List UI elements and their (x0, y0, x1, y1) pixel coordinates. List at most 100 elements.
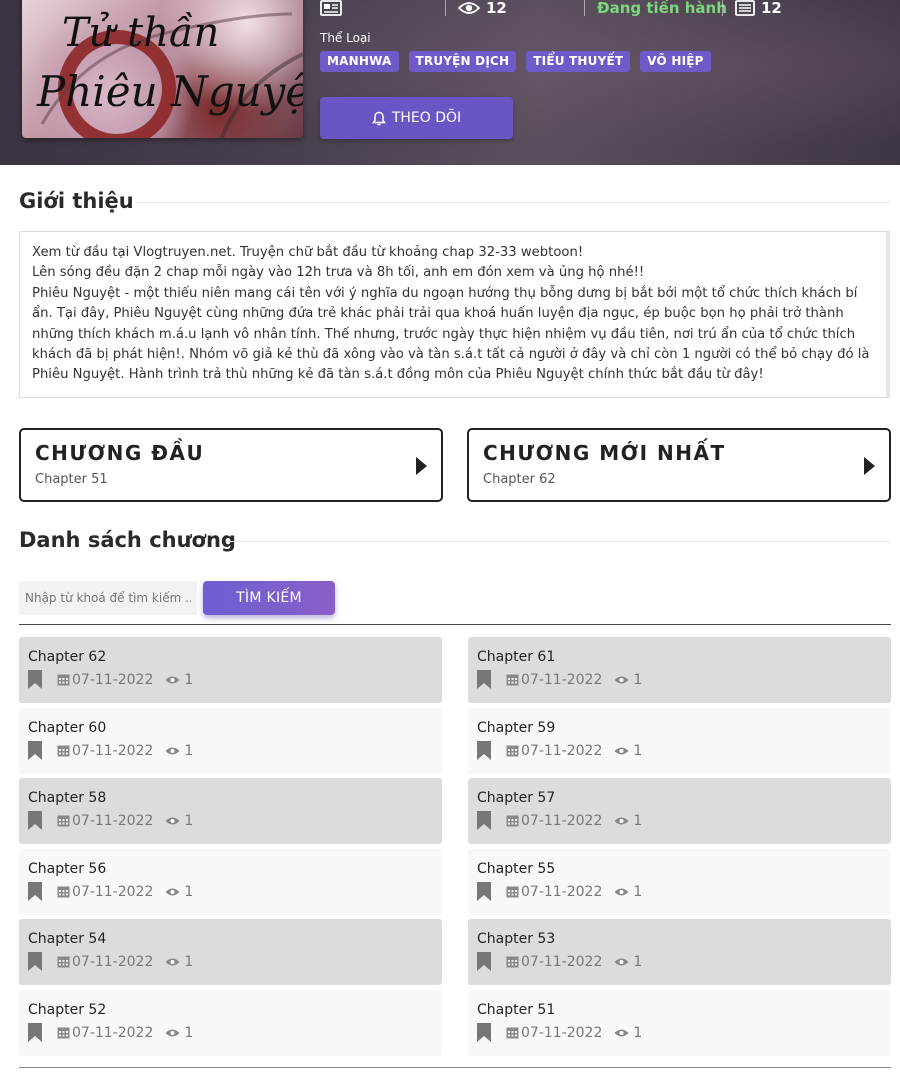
heading-divider (135, 202, 890, 203)
chapter-row[interactable]: Chapter 61 07-11-2022 1 (468, 637, 891, 703)
chapter-views: 1 (165, 743, 193, 759)
manga-header-banner: Tử thần Phiêu Nguyệt 12 Đang tiến hành 1… (0, 0, 900, 165)
chapter-views: 1 (165, 672, 193, 688)
cover-title-line1: Tử thần (62, 10, 219, 56)
views-count: 12 (486, 0, 507, 17)
bookmark-icon[interactable] (27, 952, 43, 971)
genre-tag[interactable]: TRUYỆN DỊCH (408, 51, 517, 72)
chapter-view-count: 1 (184, 671, 194, 688)
chapter-row[interactable]: Chapter 53 07-11-2022 1 (468, 919, 891, 985)
chapter-list-heading: Danh sách chương (19, 528, 236, 552)
chapter-view-count: 1 (633, 1024, 643, 1041)
chapter-row[interactable]: Chapter 52 07-11-2022 1 (19, 990, 442, 1056)
chapter-view-count: 1 (633, 742, 643, 759)
chapter-row[interactable]: Chapter 57 07-11-2022 1 (468, 778, 891, 844)
caret-right-icon (416, 457, 427, 475)
chapter-search-input[interactable] (19, 581, 197, 615)
chapter-meta: 07-11-2022 1 (476, 952, 642, 971)
bookmark-icon[interactable] (27, 811, 43, 830)
chapter-view-count: 1 (184, 1024, 194, 1041)
calendar-icon (506, 956, 519, 968)
eye-icon (165, 958, 180, 965)
eye-icon (165, 1029, 180, 1036)
latest-chapter-title: CHƯƠNG MỚI NHẤT (483, 441, 726, 465)
chapter-date: 07-11-2022 (72, 953, 154, 970)
genre-tag[interactable]: VÕ HIỆP (640, 51, 711, 72)
eye-icon (165, 747, 180, 754)
genre-tag[interactable]: TIỂU THUYẾT (526, 51, 631, 72)
heading-divider (226, 541, 890, 542)
list-bottom-divider (19, 1067, 891, 1068)
search-button[interactable]: TÌM KIẾM (203, 581, 335, 615)
chapter-name: Chapter 62 (28, 649, 107, 665)
chapter-views: 1 (165, 954, 193, 970)
chapter-views: 1 (165, 1025, 193, 1041)
chapter-name: Chapter 59 (477, 720, 556, 736)
bookmark-icon[interactable] (476, 811, 492, 830)
intro-line: Lên sóng đều đặn 2 chap mỗi ngày vào 12h… (32, 265, 645, 281)
chapter-name: Chapter 55 (477, 861, 556, 877)
intro-line: Xem từ đầu tại Vlogtruyen.net. Truyện ch… (32, 245, 584, 260)
chapter-row[interactable]: Chapter 55 07-11-2022 1 (468, 849, 891, 915)
cover-art: Tử thần Phiêu Nguyệt (36, 10, 303, 138)
genre-tag[interactable]: MANHWA (320, 51, 399, 72)
chapter-views: 1 (614, 743, 642, 759)
calendar-icon (57, 745, 70, 757)
chapter-meta: 07-11-2022 1 (27, 882, 193, 901)
calendar-icon (57, 1027, 70, 1039)
chapter-view-count: 1 (633, 671, 643, 688)
chapter-name: Chapter 61 (477, 649, 556, 665)
eye-icon (165, 676, 180, 683)
bookmark-icon[interactable] (476, 882, 492, 901)
bookmark-icon[interactable] (476, 670, 492, 689)
chapter-name: Chapter 51 (477, 1002, 556, 1018)
chapter-row[interactable]: Chapter 51 07-11-2022 1 (468, 990, 891, 1056)
bookmark-icon[interactable] (27, 670, 43, 689)
chapter-views: 1 (614, 884, 642, 900)
follow-label: THEO DÕI (391, 110, 462, 126)
chapter-row[interactable]: Chapter 58 07-11-2022 1 (19, 778, 442, 844)
stat-divider (722, 0, 723, 16)
list-top-divider (19, 624, 891, 625)
chapter-row[interactable]: Chapter 62 07-11-2022 1 (19, 637, 442, 703)
calendar-icon (506, 1027, 519, 1039)
list-icon (735, 0, 755, 16)
bookmark-icon[interactable] (476, 952, 492, 971)
follow-button[interactable]: THEO DÕI (320, 97, 513, 139)
status-label: Đang tiến hành (597, 0, 727, 17)
calendar-icon (506, 745, 519, 757)
chapter-row[interactable]: Chapter 54 07-11-2022 1 (19, 919, 442, 985)
calendar-icon (57, 674, 70, 686)
eye-icon (614, 888, 629, 895)
chapter-name: Chapter 52 (28, 1002, 107, 1018)
caret-right-icon (864, 457, 875, 475)
calendar-icon (57, 815, 70, 827)
chapter-row[interactable]: Chapter 59 07-11-2022 1 (468, 708, 891, 774)
bookmark-icon[interactable] (27, 882, 43, 901)
calendar-icon (506, 815, 519, 827)
first-chapter-card[interactable]: CHƯƠNG ĐẦU Chapter 51 (19, 428, 443, 502)
eye-icon (165, 817, 180, 824)
intro-text-box[interactable]: Xem từ đầu tại Vlogtruyen.net. Truyện ch… (19, 231, 890, 398)
chapter-name: Chapter 56 (28, 861, 107, 877)
bookmark-icon[interactable] (27, 1023, 43, 1042)
first-chapter-number: Chapter 51 (35, 472, 108, 487)
chapter-row[interactable]: Chapter 60 07-11-2022 1 (19, 708, 442, 774)
cover-image[interactable]: Tử thần Phiêu Nguyệt (22, 0, 303, 138)
calendar-icon (57, 886, 70, 898)
bookmark-icon[interactable] (476, 1023, 492, 1042)
chapter-views: 1 (614, 1025, 642, 1041)
chapter-row[interactable]: Chapter 56 07-11-2022 1 (19, 849, 442, 915)
eye-icon (165, 888, 180, 895)
latest-chapter-card[interactable]: CHƯƠNG MỚI NHẤT Chapter 62 (467, 428, 891, 502)
eye-icon (614, 1029, 629, 1036)
chapters-stat: 12 (735, 0, 782, 18)
bookmark-icon[interactable] (476, 741, 492, 760)
chapter-view-count: 1 (184, 883, 194, 900)
bookmark-icon[interactable] (27, 741, 43, 760)
eye-icon (614, 747, 629, 754)
bell-icon (371, 111, 386, 125)
chapter-meta: 07-11-2022 1 (27, 952, 193, 971)
chapter-date: 07-11-2022 (521, 1024, 603, 1041)
chapter-date: 07-11-2022 (521, 812, 603, 829)
